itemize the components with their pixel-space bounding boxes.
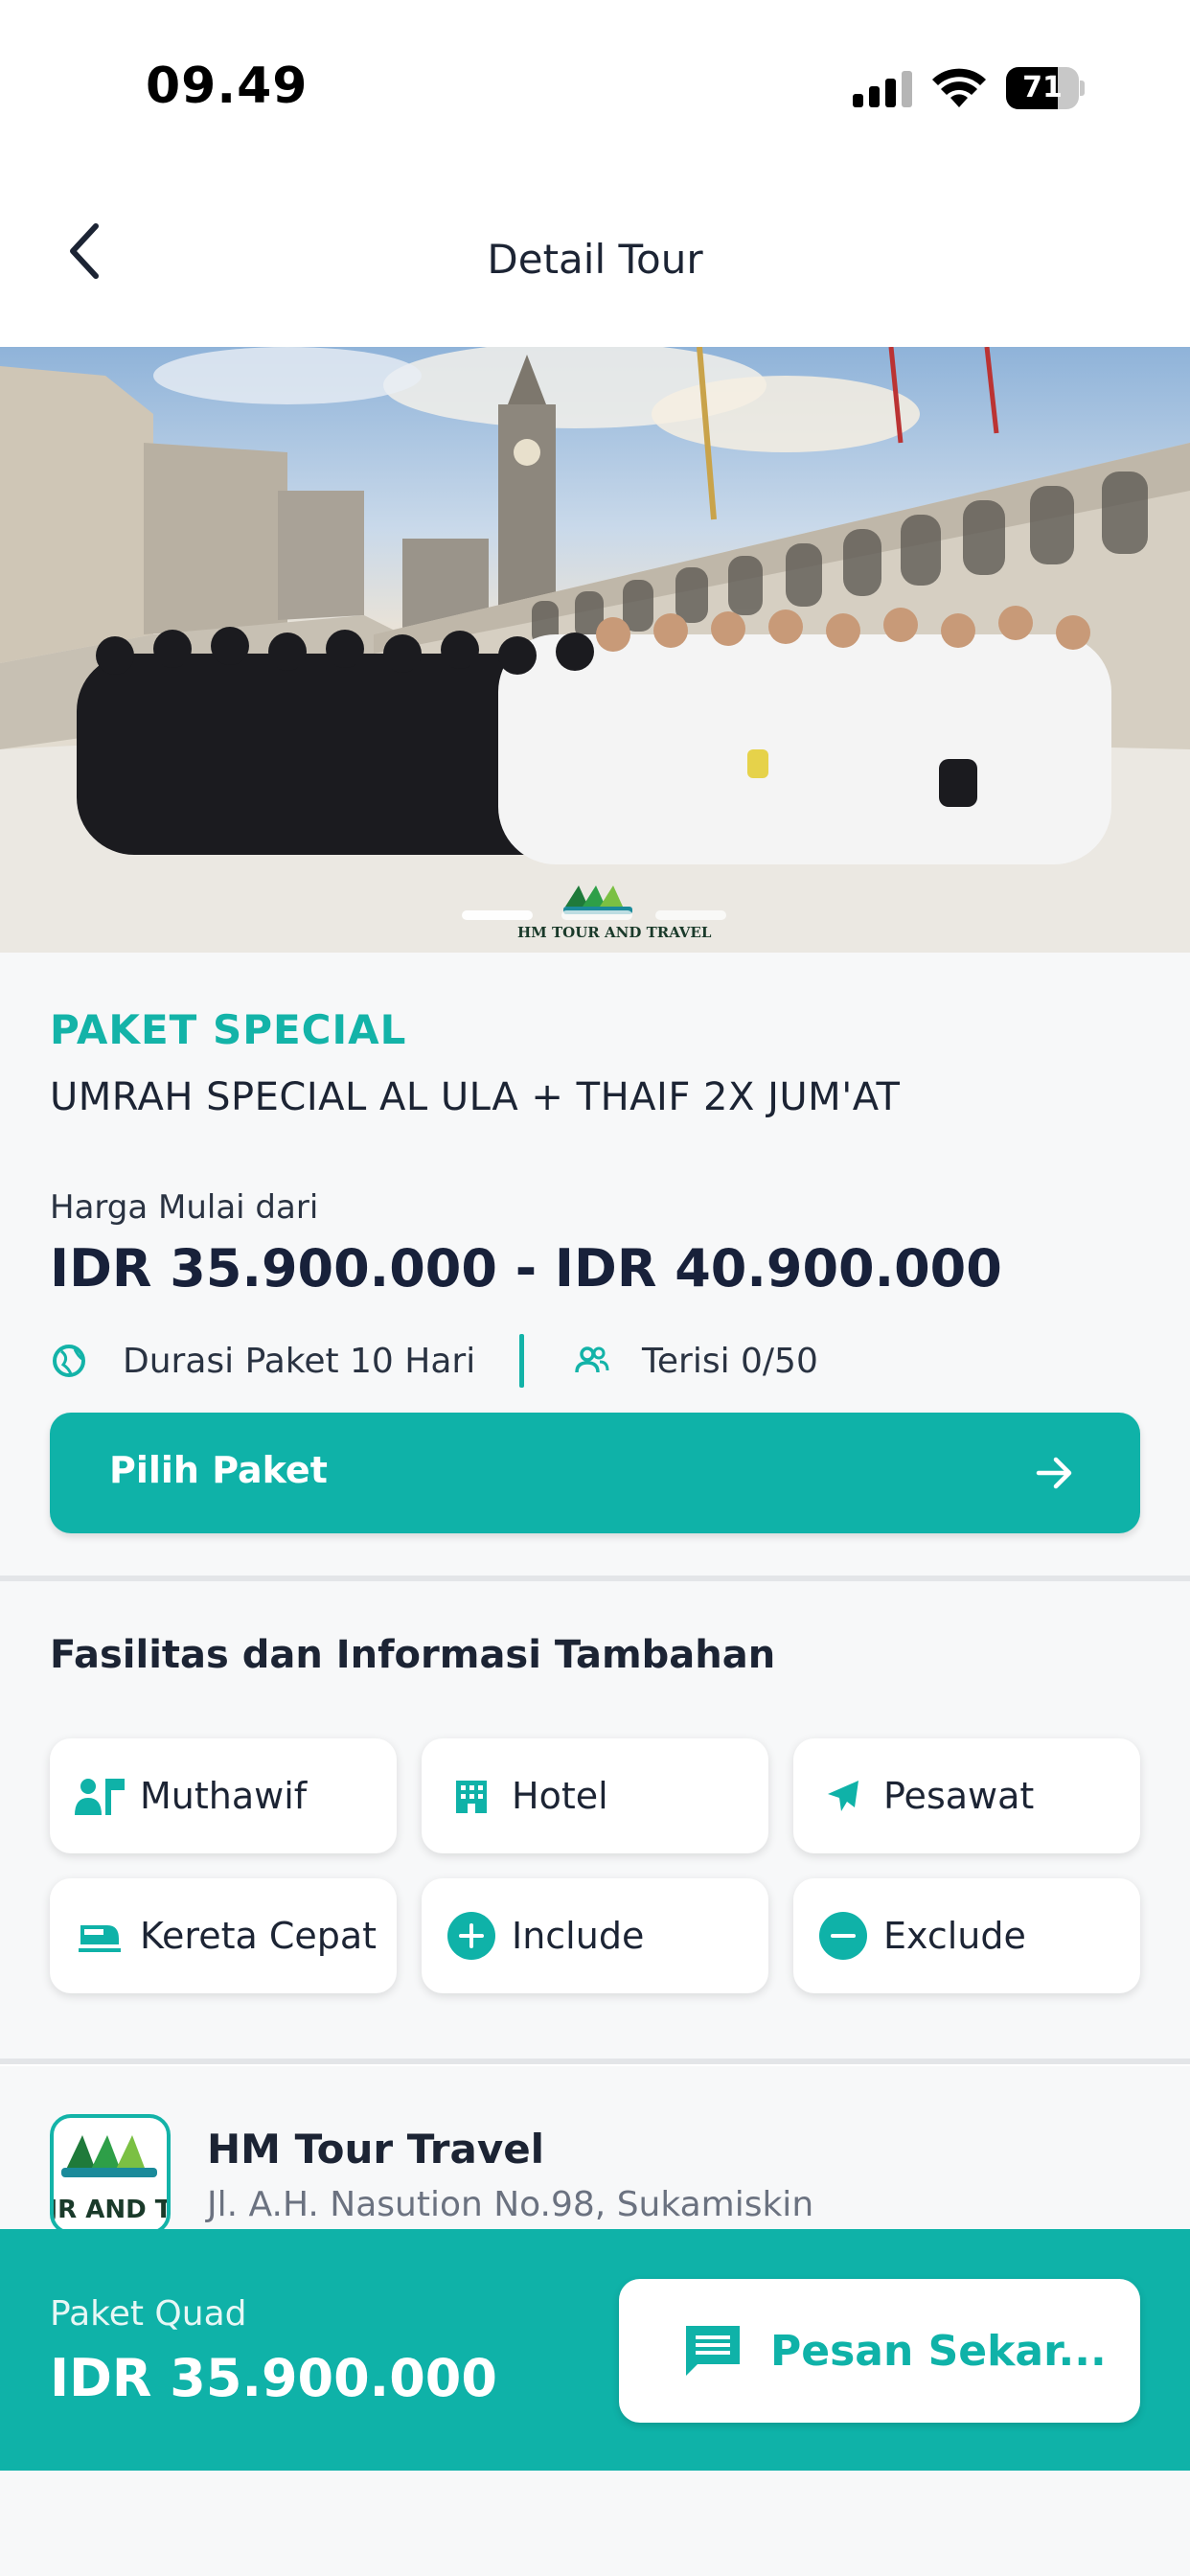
agent-name: HM Tour Travel — [207, 2126, 545, 2173]
guide-icon — [73, 1769, 126, 1823]
duration-text: Durasi Paket 10 Hari — [123, 1341, 476, 1381]
choose-package-button[interactable]: Pilih Paket — [50, 1413, 1140, 1533]
carousel-pager[interactable] — [462, 910, 730, 922]
agent-logo: JR AND T — [50, 2114, 171, 2235]
battery-icon: 71 — [1006, 67, 1085, 109]
bottom-price: IDR 35.900.000 — [50, 2348, 497, 2408]
facility-include[interactable]: Include — [422, 1878, 768, 1993]
battery-percent: 71 — [1022, 71, 1063, 104]
package-name: UMRAH SPECIAL AL ULA + THAIF 2X JUM'AT — [50, 1075, 901, 1119]
facility-muthawif[interactable]: Muthawif — [50, 1738, 397, 1853]
arrow-right-icon — [1036, 1457, 1072, 1489]
agent-section[interactable]: JR AND T HM Tour Travel Jl. A.H. Nasutio… — [0, 2066, 1190, 2235]
package-info: PAKET SPECIAL UMRAH SPECIAL AL ULA + THA… — [0, 953, 1190, 1576]
home-indicator-area — [0, 2471, 1190, 2576]
facilities-section: Fasilitas dan Informasi Tambahan Muthawi… — [0, 1581, 1190, 2060]
facility-label: Muthawif — [140, 1775, 308, 1817]
hotel-icon — [445, 1769, 498, 1823]
airplane-icon — [816, 1769, 870, 1823]
train-icon — [73, 1909, 126, 1963]
capacity-info: Terisi 0/50 — [573, 1332, 818, 1390]
facility-label: Include — [512, 1915, 645, 1957]
globe-icon — [53, 1345, 85, 1377]
facility-label: Pesawat — [883, 1775, 1035, 1817]
status-time: 09.49 — [146, 58, 309, 115]
choose-package-label: Pilih Paket — [109, 1449, 328, 1491]
price-range: IDR 35.900.000 - IDR 40.900.000 — [50, 1238, 1002, 1299]
facility-label: Kereta Cepat — [140, 1915, 378, 1957]
duration-info: Durasi Paket 10 Hari — [50, 1332, 475, 1390]
pager-dot[interactable] — [655, 910, 726, 920]
capacity-text: Terisi 0/50 — [642, 1341, 818, 1381]
price-label: Harga Mulai dari — [50, 1188, 319, 1227]
plus-circle-icon — [445, 1909, 498, 1963]
hero-photo — [0, 347, 1190, 953]
facility-label: Hotel — [512, 1775, 608, 1817]
page-title: Detail Tour — [487, 236, 703, 283]
meta-divider — [519, 1334, 524, 1388]
cellular-signal-icon — [853, 71, 912, 107]
status-bar: 09.49 71 — [0, 0, 1190, 182]
facility-label: Exclude — [883, 1915, 1026, 1957]
facilities-title: Fasilitas dan Informasi Tambahan — [50, 1633, 776, 1677]
package-meta: Durasi Paket 10 Hari Terisi 0/50 — [50, 1332, 1142, 1390]
people-icon — [575, 1346, 609, 1373]
chat-message-icon — [686, 2326, 740, 2376]
pager-dot[interactable] — [561, 910, 632, 920]
facility-exclude[interactable]: Exclude — [793, 1878, 1140, 1993]
section-divider — [0, 2058, 1190, 2064]
facility-hotel[interactable]: Hotel — [422, 1738, 768, 1853]
facility-kereta-cepat[interactable]: Kereta Cepat — [50, 1878, 397, 1993]
pager-dot[interactable] — [462, 910, 533, 920]
facility-pesawat[interactable]: Pesawat — [793, 1738, 1140, 1853]
order-now-button[interactable]: Pesan Sekar... — [619, 2279, 1140, 2423]
hero-image[interactable]: HM TOUR AND TRAVEL — [0, 347, 1190, 953]
package-type: Paket Quad — [50, 2294, 247, 2334]
agent-address: Jl. A.H. Nasution No.98, Sukamiskin — [207, 2185, 814, 2224]
nav-header: Detail Tour — [0, 182, 1190, 347]
agency-logo-icon: JR AND T — [54, 2135, 167, 2224]
order-now-label: Pesan Sekar... — [770, 2326, 1107, 2376]
svg-text:JR AND T: JR AND T — [54, 2196, 167, 2224]
wifi-icon — [932, 68, 986, 107]
bottom-bar: Paket Quad IDR 35.900.000 Pesan Sekar... — [0, 2229, 1190, 2471]
minus-circle-icon — [816, 1909, 870, 1963]
package-category: PAKET SPECIAL — [50, 1006, 407, 1053]
